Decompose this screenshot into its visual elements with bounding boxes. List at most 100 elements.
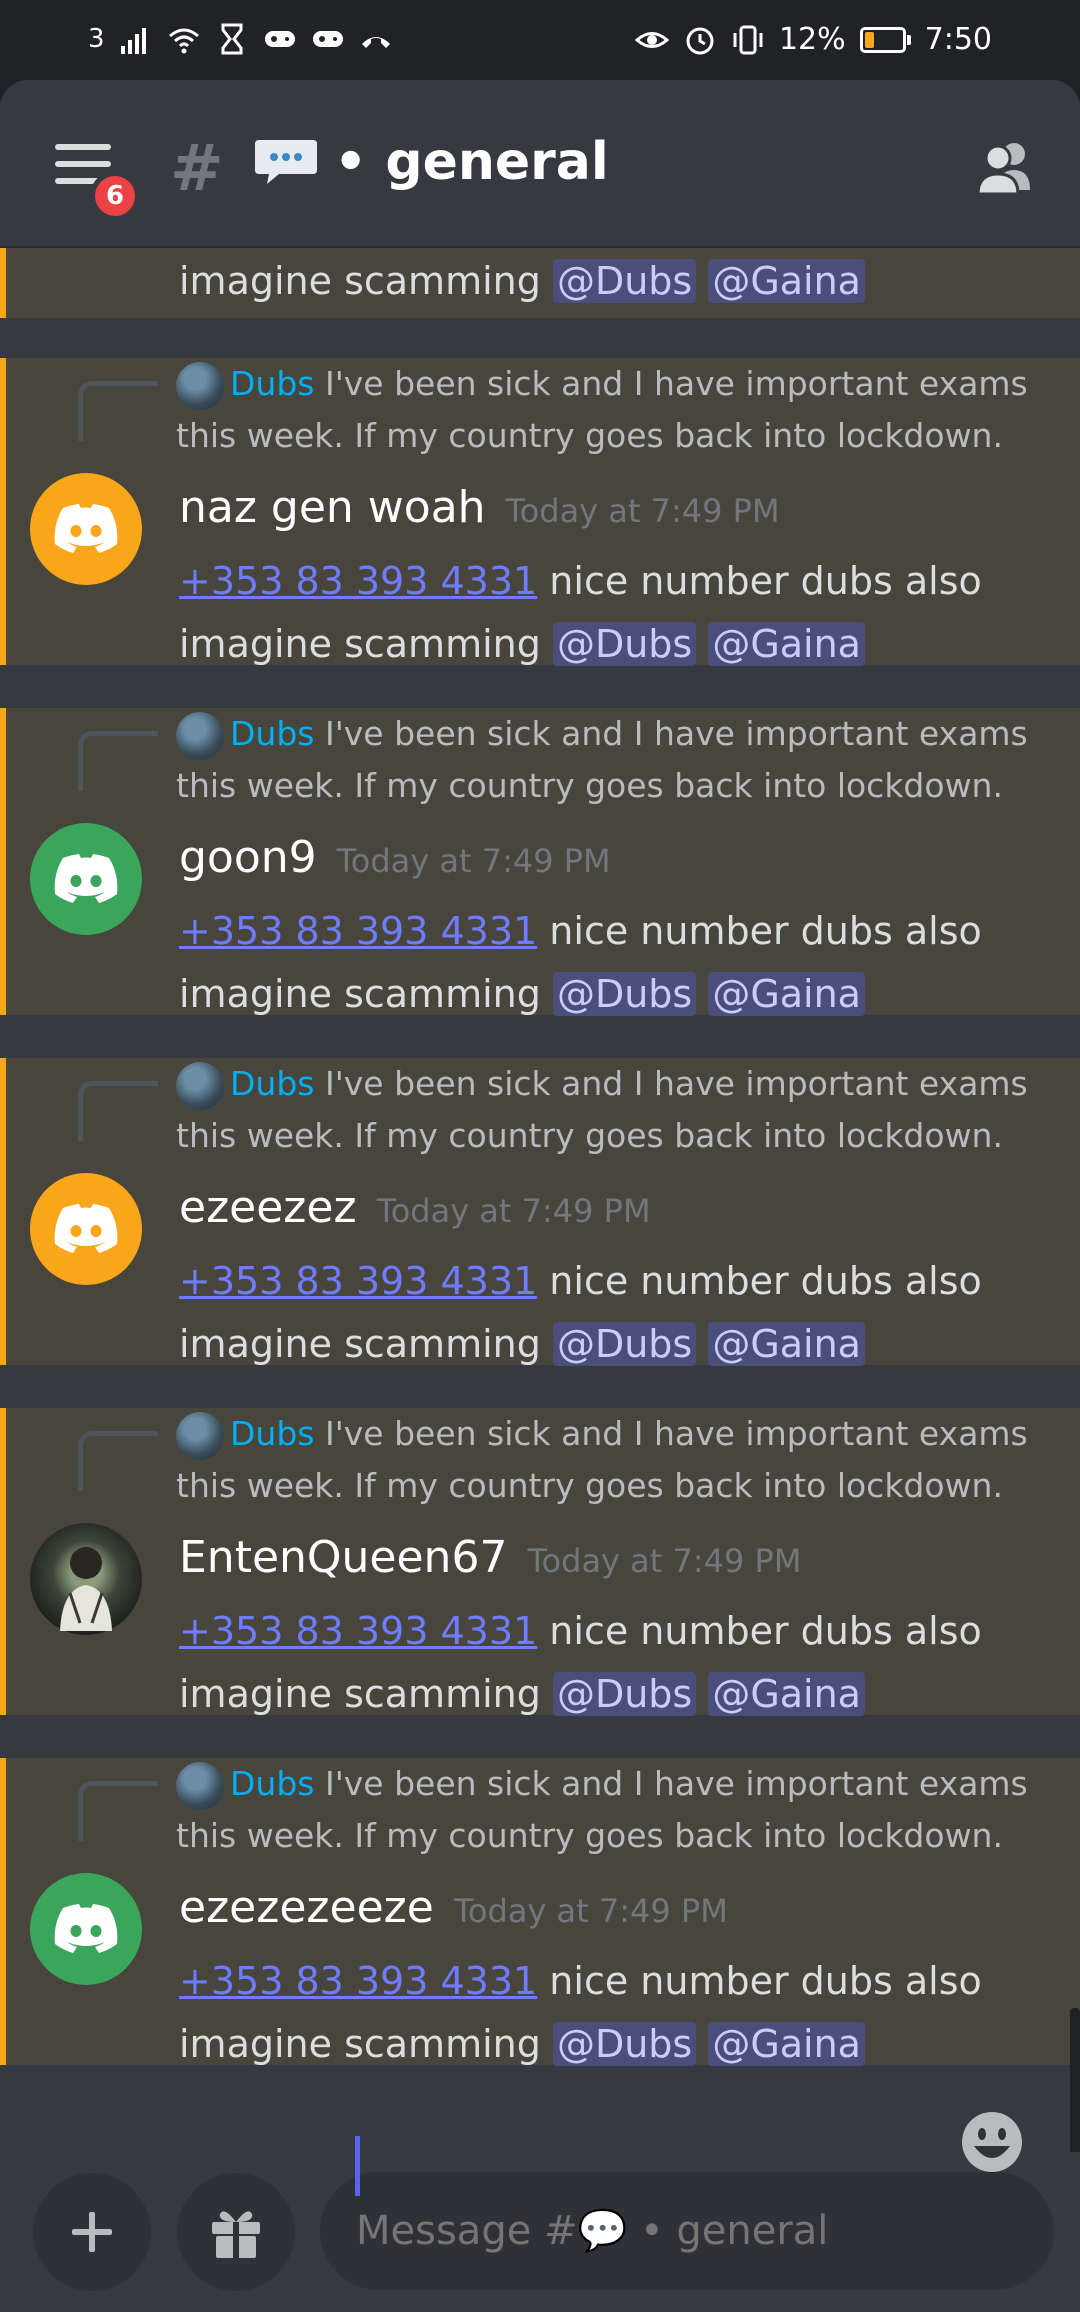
reply-author[interactable]: Dubs [230,364,314,403]
avatar[interactable] [30,1873,142,1985]
phone-link[interactable]: +353 83 393 4331 [179,1259,537,1303]
channel-header: 6 # • general [0,80,1080,248]
avatar [176,711,224,760]
reply-preview[interactable]: Dubs I've been sick and I have important… [176,1058,1060,1161]
avatar[interactable] [30,473,142,585]
discord-logo-icon [54,1204,118,1253]
mention[interactable]: @Gaina [708,2022,865,2066]
message-content: +353 83 393 4331 nice number dubs also i… [179,1959,982,2066]
message-header: ezezezeeze Today at 7:49 PM [179,1882,728,1933]
status-left: 3 [88,22,393,56]
mention[interactable]: @Dubs [552,1322,697,1366]
message-content: +353 83 393 4331 nice number dubs also i… [179,1609,982,1716]
vibrate-icon [733,25,763,54]
avatar [176,361,224,410]
timestamp: Today at 7:49 PM [453,1892,728,1930]
phone-link[interactable]: +353 83 393 4331 [179,559,537,603]
message-list[interactable]: imagine scamming @Dubs @Gaina Dubs I've … [0,248,1080,2152]
phone-link[interactable]: +353 83 393 4331 [179,909,537,953]
mention[interactable]: @Dubs [552,972,697,1016]
wifi-icon [168,28,199,54]
reply-connector [78,1431,158,1491]
reply-connector [78,1081,158,1141]
members-icon[interactable] [970,132,1040,202]
gift-button[interactable] [177,2173,295,2291]
scrollbar[interactable] [1070,2008,1080,2152]
reply-preview[interactable]: Dubs I've been sick and I have important… [176,1408,1060,1511]
message-content: +353 83 393 4331 nice number dubs also i… [179,1259,982,1366]
carrier-label: 3 [88,24,105,54]
gamepad-icon [264,31,295,47]
message-item[interactable]: Dubs I've been sick and I have important… [0,708,1080,1016]
username[interactable]: naz gen woah [179,482,486,533]
add-attachment-button[interactable] [33,2173,151,2291]
avatar [176,1061,224,1110]
speech-balloon-icon [255,140,317,184]
user-photo-icon [60,1547,112,1631]
battery-icon [859,26,911,53]
reply-preview[interactable]: Dubs I've been sick and I have important… [176,358,1060,461]
clock: 7:50 [924,22,992,57]
timestamp: Today at 7:49 PM [505,492,780,530]
username[interactable]: ezeezez [179,1182,357,1233]
mention[interactable]: @Dubs [552,622,697,666]
gift-icon [212,2211,260,2258]
reply-connector [78,731,158,791]
mention[interactable]: @Gaina [708,259,865,303]
message-item[interactable]: Dubs I've been sick and I have important… [0,1758,1080,2066]
timestamp: Today at 7:49 PM [336,842,611,880]
mention[interactable]: @Dubs [552,259,697,303]
timestamp: Today at 7:49 PM [527,1542,802,1580]
eye-icon [634,31,669,48]
message-item[interactable]: imagine scamming @Dubs @Gaina [0,248,1080,318]
channel-name[interactable]: • general [334,132,609,192]
status-bar: 3 12% 7:50 [0,0,1080,80]
avatar [176,1411,224,1460]
phone-link[interactable]: +353 83 393 4331 [179,1609,537,1653]
message-content: imagine scamming @Dubs @Gaina [179,250,1040,313]
reply-preview[interactable]: Dubs I've been sick and I have important… [176,1758,1060,1861]
mention[interactable]: @Dubs [552,1672,697,1716]
message-content: +353 83 393 4331 nice number dubs also i… [179,909,982,1016]
message-header: EntenQueen67 Today at 7:49 PM [179,1532,801,1583]
notification-badge: 6 [90,171,140,221]
phone-link[interactable]: +353 83 393 4331 [179,1959,537,2003]
reply-author[interactable]: Dubs [230,714,314,753]
avatar[interactable] [30,1173,142,1285]
message-item[interactable]: Dubs I've been sick and I have important… [0,1058,1080,1366]
reply-author[interactable]: Dubs [230,1064,314,1103]
gamepad-icon [312,31,343,47]
mention[interactable]: @Gaina [708,622,865,666]
avatar[interactable] [30,823,142,935]
status-right: 12% 7:50 [634,22,992,57]
mention[interactable]: @Dubs [552,2022,697,2066]
avatar[interactable] [30,1523,142,1635]
username[interactable]: EntenQueen67 [179,1532,507,1583]
discord-logo-icon [54,1904,118,1953]
username[interactable]: goon9 [179,832,317,883]
reply-connector [78,1781,158,1841]
hourglass-icon [221,23,243,55]
discord-logo-icon [54,504,118,553]
avatar [176,1761,224,1810]
emoji-icon[interactable] [960,2110,1024,2174]
mention[interactable]: @Gaina [708,1322,865,1366]
missed-call-icon [361,37,390,48]
reply-preview[interactable]: Dubs I've been sick and I have important… [176,708,1060,811]
mention[interactable]: @Gaina [708,1672,865,1716]
message-input[interactable] [320,2172,1054,2290]
message-item[interactable]: Dubs I've been sick and I have important… [0,358,1080,666]
reply-connector [78,381,158,441]
message-header: naz gen woah Today at 7:49 PM [179,482,780,533]
timestamp: Today at 7:49 PM [376,1192,651,1230]
discord-logo-icon [54,854,118,903]
username[interactable]: ezezezeeze [179,1882,434,1933]
message-item[interactable]: Dubs I've been sick and I have important… [0,1408,1080,1716]
reply-author[interactable]: Dubs [230,1764,314,1803]
plus-icon [72,2212,112,2252]
reply-author[interactable]: Dubs [230,1414,314,1453]
message-header: goon9 Today at 7:49 PM [179,832,611,883]
message-header: ezeezez Today at 7:49 PM [179,1182,651,1233]
mention[interactable]: @Gaina [708,972,865,1016]
battery-percent: 12% [778,22,846,57]
